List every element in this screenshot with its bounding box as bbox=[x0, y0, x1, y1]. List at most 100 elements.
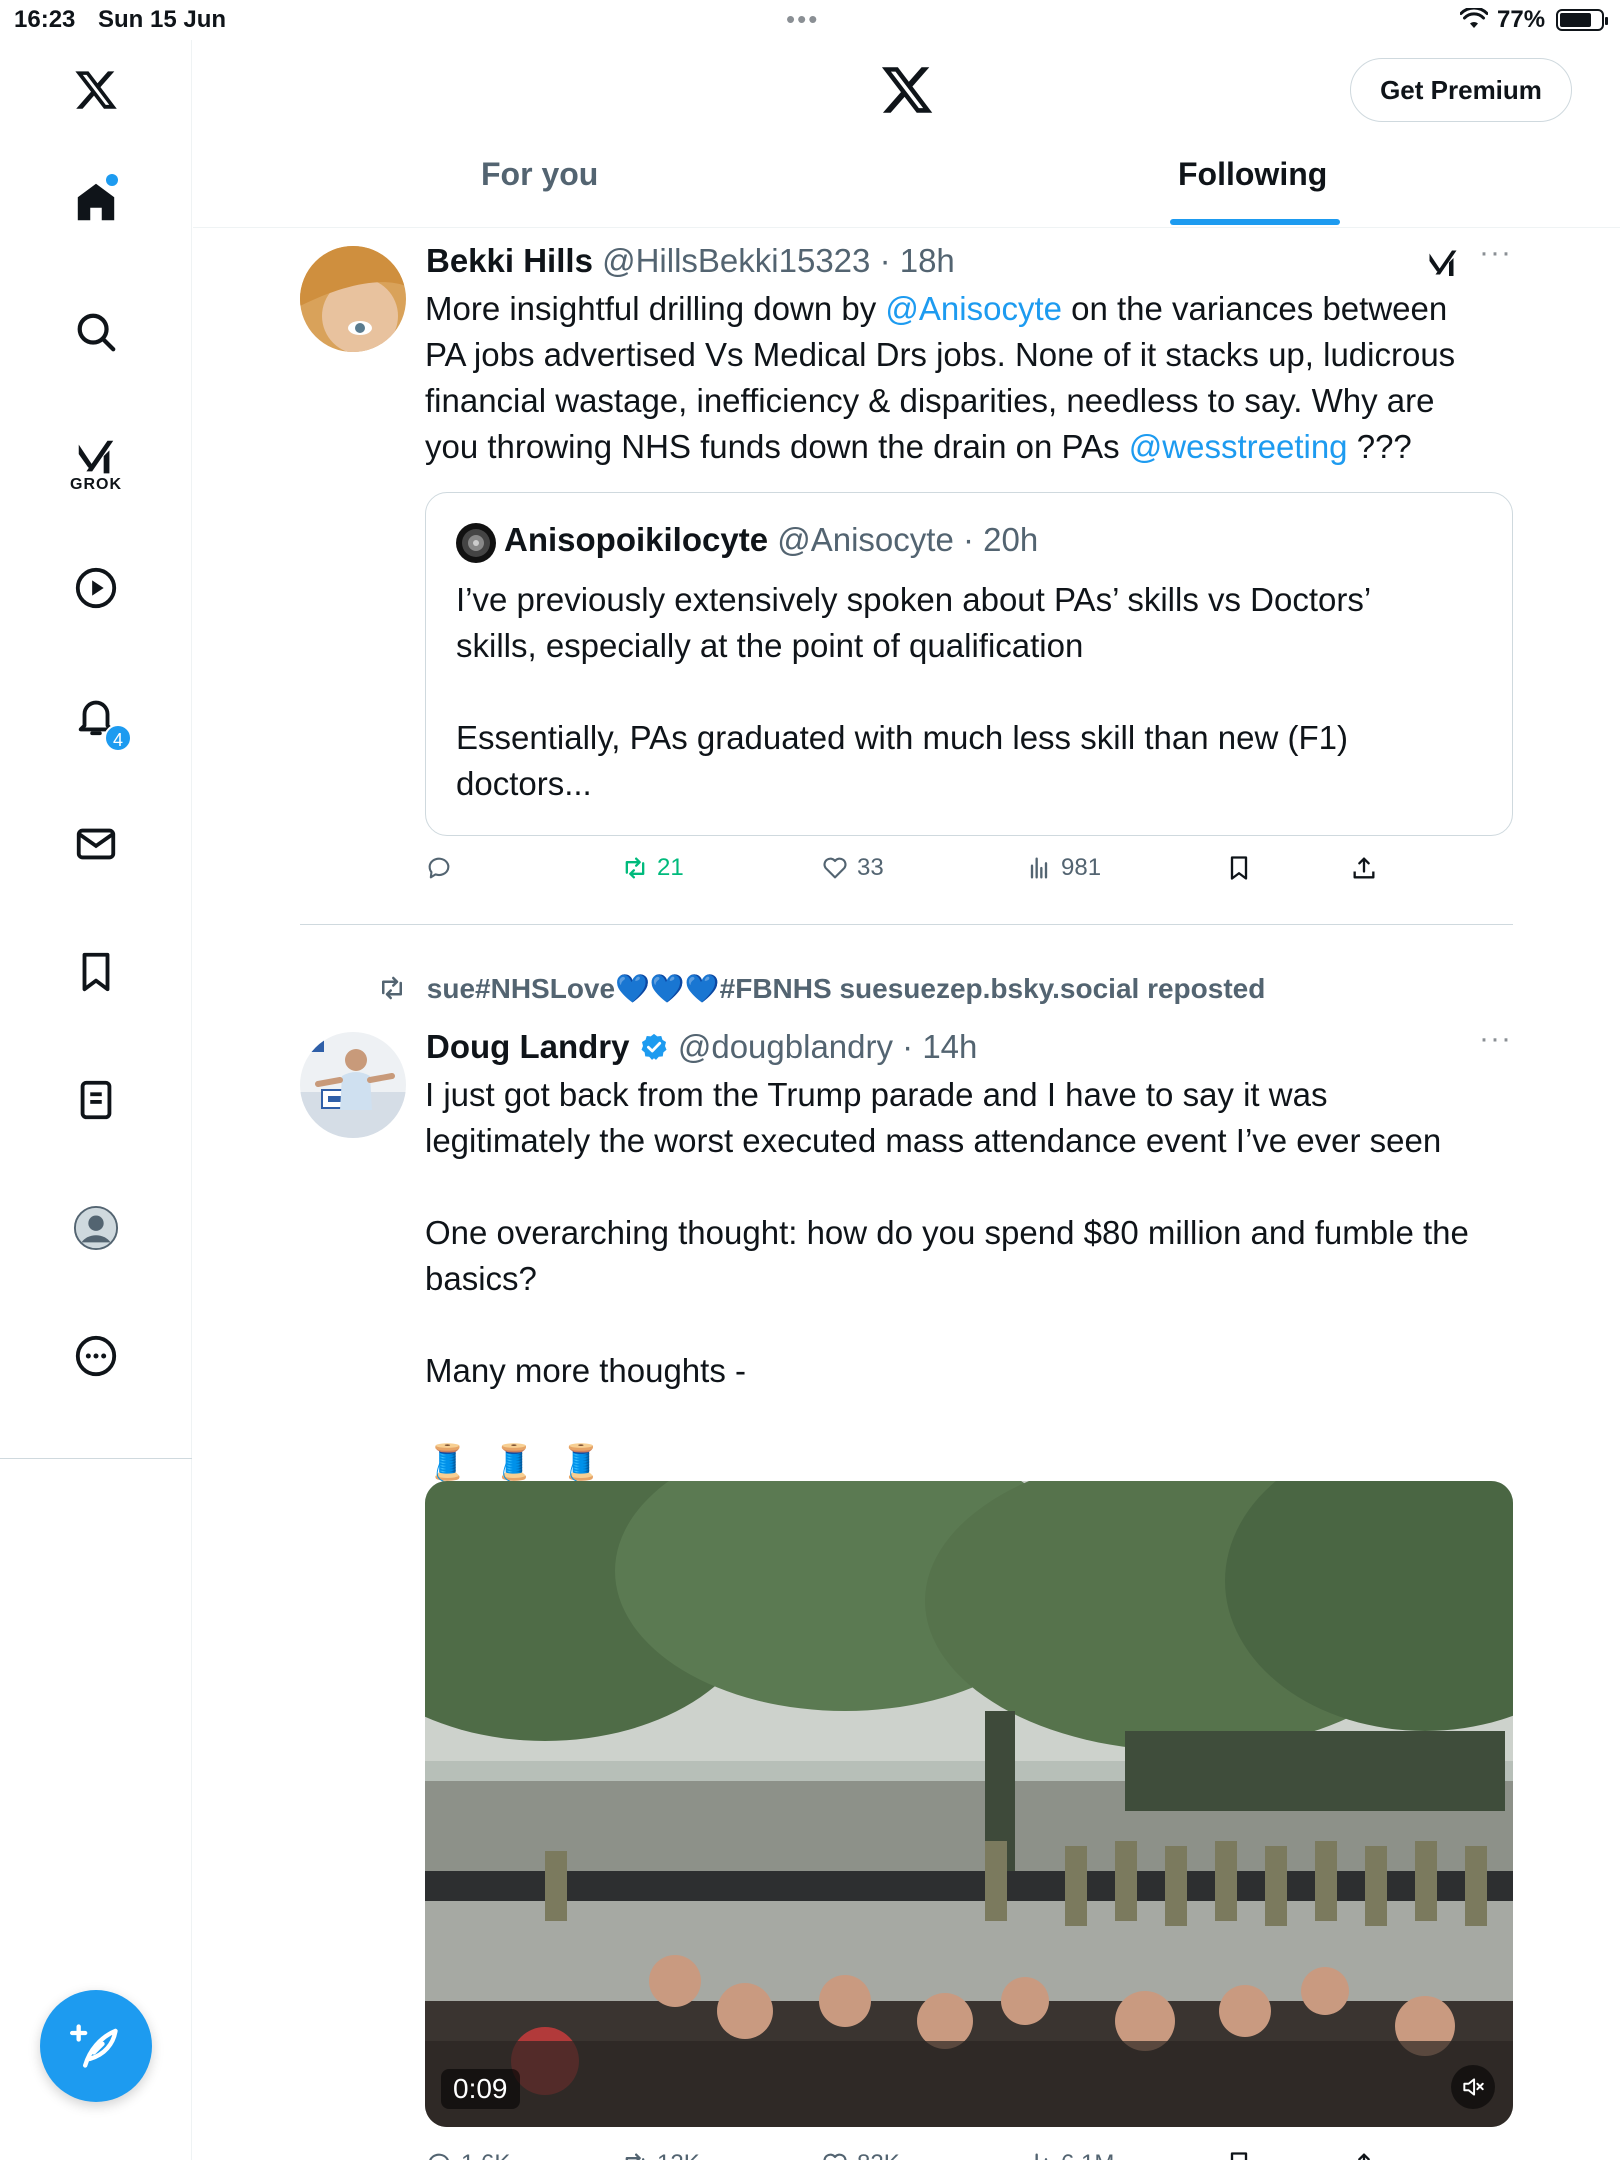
tab-for-you[interactable]: For you bbox=[481, 156, 598, 193]
more-options-icon[interactable]: ··· bbox=[1479, 1022, 1512, 1056]
avatar[interactable] bbox=[300, 1032, 406, 1138]
tweet[interactable]: sue#NHSLove💙💙💙#FBNHS suesuezep.bsky.soci… bbox=[193, 928, 1620, 2160]
status-time: 16:23 bbox=[14, 6, 76, 33]
muted-speaker-icon bbox=[1463, 2078, 1484, 2096]
share-button[interactable] bbox=[1350, 2150, 1386, 2160]
profile-icon bbox=[73, 1205, 119, 1251]
verified-badge-icon bbox=[641, 1033, 667, 1060]
compose-button[interactable] bbox=[40, 1990, 152, 2102]
sidebar-item-lists[interactable] bbox=[0, 1064, 192, 1136]
avatar[interactable] bbox=[300, 246, 406, 352]
view-count: 6.1M bbox=[1061, 2150, 1114, 2160]
like-count: 33 bbox=[857, 854, 884, 881]
video-player[interactable]: 0:09 bbox=[425, 1481, 1513, 2127]
more-icon bbox=[75, 1335, 117, 1377]
text-line: I just got back from the Trump parade an… bbox=[425, 1076, 1328, 1113]
quote-tweet-card[interactable]: Anisopoikilocyte @Anisocyte · 20h I’ve p… bbox=[425, 492, 1513, 836]
sidebar-item-bookmarks[interactable] bbox=[0, 936, 192, 1008]
tab-selected-indicator bbox=[1170, 219, 1340, 225]
repost-icon bbox=[625, 857, 645, 879]
bookmark-icon bbox=[82, 952, 110, 992]
grok-label: GROK bbox=[70, 476, 122, 493]
notifications-badge: 4 bbox=[104, 724, 132, 752]
text-line: doctors... bbox=[456, 765, 592, 802]
repost-button[interactable]: 12K bbox=[621, 2150, 700, 2160]
views-chart-icon bbox=[1030, 857, 1048, 879]
tweet-text: I just got back from the Trump parade an… bbox=[425, 1072, 1525, 1486]
share-icon bbox=[1358, 2153, 1370, 2160]
view-count: 981 bbox=[1061, 854, 1102, 881]
like-count: 82K bbox=[857, 2150, 900, 2160]
x-logo-icon[interactable] bbox=[879, 62, 935, 118]
home-badge-dot bbox=[106, 174, 118, 186]
like-button[interactable]: 82K bbox=[821, 2150, 900, 2160]
status-date: Sun 15 Jun bbox=[98, 6, 227, 33]
text-line: I’ve previously extensively spoken about… bbox=[456, 581, 1372, 618]
text-line: PA jobs advertised Vs Medical Drs jobs. … bbox=[425, 336, 1456, 373]
views-button[interactable]: 6.1M bbox=[1025, 2150, 1114, 2160]
views-button[interactable]: 981 bbox=[1025, 854, 1101, 882]
tweet-header: Bekki Hills @HillsBekki15323 · 18h bbox=[426, 242, 955, 280]
sidebar-item-messages[interactable] bbox=[0, 808, 192, 880]
author-name[interactable]: Bekki Hills bbox=[426, 242, 593, 279]
sidebar-item-more[interactable] bbox=[0, 1320, 192, 1392]
bookmark-icon bbox=[1230, 856, 1248, 880]
video-frame bbox=[425, 1481, 1513, 2127]
repost-count: 21 bbox=[657, 854, 684, 881]
sidebar-item-search[interactable] bbox=[0, 296, 192, 368]
timeline-header: Get Premium For you Following bbox=[193, 40, 1620, 228]
quote-author-name[interactable]: Anisopoikilocyte bbox=[504, 521, 768, 558]
text-line: Essentially, PAs graduated with much les… bbox=[456, 719, 1348, 756]
tweet-actions: 1.6K 12K 82K 6.1M bbox=[425, 2150, 1525, 2160]
repost-label[interactable]: sue#NHSLove💙💙💙#FBNHS suesuezep.bsky.soci… bbox=[427, 973, 1266, 1004]
repost-button[interactable]: 21 bbox=[621, 854, 684, 882]
tweet[interactable]: Bekki Hills @HillsBekki15323 · 18h ··· M… bbox=[193, 228, 1620, 928]
quote-author-handle[interactable]: @Anisocyte bbox=[777, 521, 954, 558]
reply-icon bbox=[429, 2153, 449, 2160]
sidebar-item-video[interactable] bbox=[0, 552, 192, 624]
get-premium-button[interactable]: Get Premium bbox=[1350, 58, 1572, 122]
tweet-text: More insightful drilling down by @Anisoc… bbox=[425, 286, 1525, 470]
tweet-time[interactable]: · 18h bbox=[880, 242, 955, 279]
author-handle[interactable]: @dougblandry bbox=[678, 1028, 893, 1065]
like-button[interactable]: 33 bbox=[821, 854, 884, 882]
text-line: legitimately the worst executed mass att… bbox=[425, 1122, 1442, 1159]
text-segment: More insightful drilling down by bbox=[425, 290, 886, 327]
mute-button[interactable] bbox=[1451, 2065, 1495, 2109]
quote-avatar[interactable] bbox=[456, 523, 496, 563]
sidebar-item-home[interactable] bbox=[0, 166, 192, 238]
repost-count: 12K bbox=[657, 2150, 700, 2160]
quote-header: Anisopoikilocyte @Anisocyte · 20h bbox=[504, 521, 1038, 559]
mail-icon bbox=[76, 828, 116, 860]
sidebar-item-notifications[interactable] bbox=[0, 680, 192, 752]
tweet-time[interactable]: · 14h bbox=[902, 1028, 977, 1065]
battery-percent: 77% bbox=[1497, 6, 1546, 33]
tweet-header: Doug Landry @dougblandry · 14h bbox=[426, 1028, 977, 1066]
mention-link[interactable]: @wesstreeting bbox=[1129, 428, 1348, 465]
bookmark-button[interactable] bbox=[1225, 2150, 1261, 2160]
repost-icon bbox=[382, 976, 402, 1000]
quote-time[interactable]: · 20h bbox=[963, 521, 1038, 558]
tab-following[interactable]: Following bbox=[1178, 156, 1327, 193]
thread-emoji-line: 🧵 🧵 🧵 bbox=[425, 1442, 610, 1483]
share-button[interactable] bbox=[1350, 854, 1386, 882]
multitask-dots-icon[interactable]: ••• bbox=[786, 4, 819, 35]
text-line: basics? bbox=[425, 1260, 537, 1297]
bookmark-button[interactable] bbox=[1225, 854, 1261, 882]
grok-icon bbox=[78, 440, 114, 474]
status-bar: 16:23 Sun 15 Jun ••• 77% bbox=[0, 0, 1620, 40]
more-options-icon[interactable]: ··· bbox=[1479, 236, 1512, 270]
video-duration: 0:09 bbox=[441, 2069, 520, 2109]
quote-text: I’ve previously extensively spoken about… bbox=[456, 577, 1496, 807]
text-line: financial wastage, inefficiency & dispar… bbox=[425, 382, 1435, 419]
text-line: Many more thoughts - bbox=[425, 1352, 746, 1389]
mention-link[interactable]: @Anisocyte bbox=[885, 290, 1062, 327]
grok-icon[interactable] bbox=[1425, 246, 1461, 282]
reply-button[interactable]: 1.6K bbox=[425, 2150, 510, 2160]
reply-button[interactable] bbox=[425, 854, 461, 882]
author-handle[interactable]: @HillsBekki15323 bbox=[602, 242, 870, 279]
sidebar-item-profile[interactable] bbox=[0, 1192, 192, 1264]
x-logo-icon[interactable] bbox=[0, 54, 192, 126]
author-name[interactable]: Doug Landry bbox=[426, 1028, 630, 1065]
play-icon bbox=[75, 567, 117, 609]
